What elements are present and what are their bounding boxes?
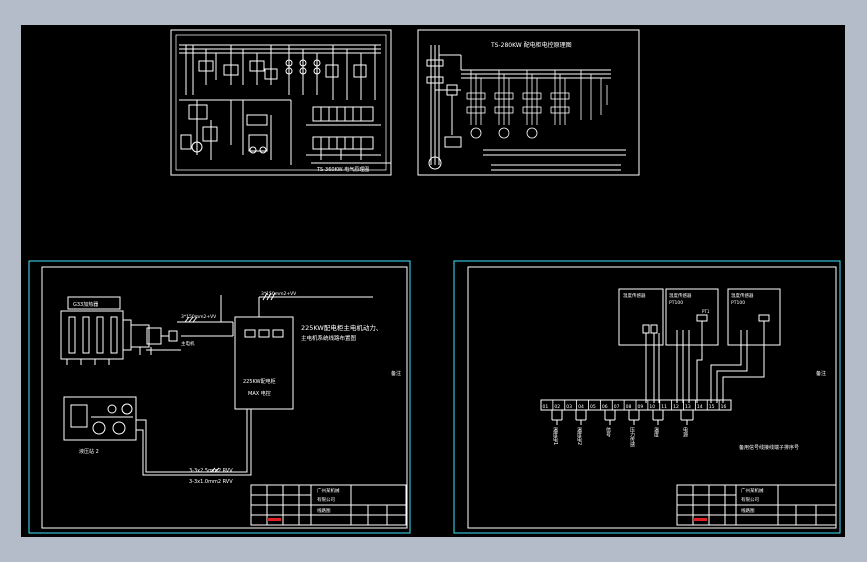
sheet3-side-note: 备注	[391, 370, 401, 377]
sheet4-tb-r2: 有限公司	[741, 496, 759, 503]
terminal-number: 08	[626, 404, 632, 410]
terminal-number: 07	[614, 404, 620, 410]
terminal-number: 02	[554, 404, 560, 410]
terminal-description: 温度	[653, 426, 659, 438]
sheet4-side-note: 备注	[816, 370, 826, 377]
terminal-number: 15	[709, 404, 715, 410]
sheet-1-electrical-schematic[interactable]	[170, 29, 392, 176]
sheet-2-distribution-schematic[interactable]	[417, 29, 640, 176]
sheet3-tb-r2: 有限公司	[317, 496, 335, 503]
sheet3-wire-top: 3*150mm2+VV	[261, 291, 297, 297]
sheet1-caption: TS-360KW 电气原理图	[316, 166, 369, 173]
sheet4-tb-r3: 线路图	[741, 507, 755, 514]
sheet-2-frame	[417, 29, 640, 176]
terminal-description: 电源	[682, 426, 688, 438]
sheet4-box2-b: PT100	[669, 300, 683, 306]
sheet3-heading-2: 主电机系统线路布置图	[301, 334, 357, 342]
sheet3-motor-label: 主电机	[181, 340, 195, 347]
terminal-number: 09	[638, 404, 644, 410]
sheet2-title: TS-280KW 配电柜电控原理图	[490, 41, 572, 49]
terminal-number: 11	[661, 404, 667, 410]
terminal-number: 01	[543, 404, 549, 410]
sheet4-caption: 备用信号线接线端子排序号	[739, 444, 799, 451]
sheet4-pt-label: PT1	[702, 309, 710, 314]
terminal-number: 14	[697, 404, 703, 410]
sheet3-cabinet-1: 225KW配电柜	[243, 378, 276, 385]
sheet3-wire-b2: 3-3x1.0mm2 RVV	[189, 479, 233, 485]
tb-red-mark-4	[693, 518, 707, 521]
sheet3-tb-r1: 广州某机械	[317, 487, 340, 494]
sheet4-box1: 温度传感器	[623, 292, 646, 299]
terminal-number: 05	[590, 404, 596, 410]
sheet3-heading-1: 225KW配电柜主电机动力、	[301, 323, 382, 332]
tb-red-mark-3	[267, 518, 281, 521]
sheet-4-terminal-drawing[interactable]	[453, 260, 841, 534]
sheet-4-outer-frame	[453, 260, 841, 534]
terminal-number: 06	[602, 404, 608, 410]
sheet4-box2-a: 温度传感器	[669, 292, 692, 299]
terminal-number: 04	[578, 404, 584, 410]
terminal-number: 16	[721, 404, 727, 410]
sheet3-pump-label: 液压站 2	[79, 448, 99, 455]
terminal-description: 温度电2	[576, 426, 582, 445]
terminal-description: 压力传感	[629, 427, 635, 447]
sheet3-wire-left: 3*150mm2+VV	[181, 314, 217, 320]
terminal-description: 信号	[605, 426, 611, 438]
sheet3-tb-r3: 线路图	[317, 507, 331, 514]
cad-model-space[interactable]: TS-360KW 电气原理图 TS-280KW 配电柜电控原理图 3*150mm…	[21, 25, 845, 537]
terminal-descriptions: 温度电1 温度电2 信号 压力传感 温度 电源	[552, 426, 688, 447]
sheet3-heater-label: G33加热器	[73, 301, 98, 308]
sheet4-box3-a: 温度传感器	[731, 292, 754, 299]
sheet-4-inner-frame	[467, 266, 837, 529]
terminal-number: 12	[673, 404, 679, 410]
terminal-number: 13	[685, 404, 691, 410]
sheet3-cabinet-2: MAX 电控	[248, 390, 271, 397]
terminal-labels: 01 02 03 04 05 06 07 08 09 10 11 12 13 14 15 16	[543, 400, 727, 410]
heater-body	[60, 310, 124, 360]
terminal-description: 温度电1	[552, 426, 558, 445]
sheet4-tb-r1: 广州某机械	[741, 487, 764, 494]
terminal-number: 03	[566, 404, 572, 410]
terminal-number: 10	[649, 404, 655, 410]
sheet3-wire-b1: 3-3x2.5mm2 RVV	[189, 468, 233, 474]
drawing-svg: TS-360KW 电气原理图 TS-280KW 配电柜电控原理图 3*150mm…	[28, 29, 841, 534]
sheet-1-frame	[170, 29, 392, 176]
sheet4-box3-b: PT100	[731, 300, 745, 306]
